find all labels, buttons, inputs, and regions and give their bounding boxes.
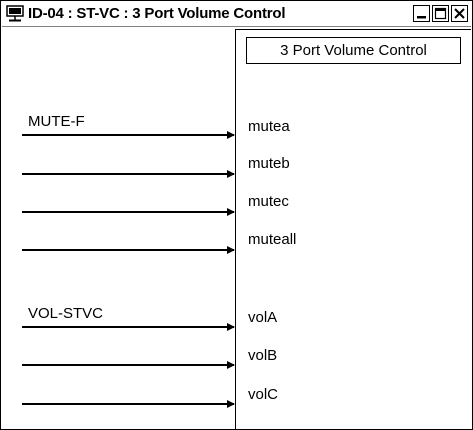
port-mutea[interactable]: mutea bbox=[248, 118, 290, 135]
maximize-button[interactable] bbox=[432, 5, 449, 22]
close-icon bbox=[454, 8, 465, 19]
diagram-canvas: MUTE-F VOL-STVC 3 Port Volume Control mu… bbox=[2, 27, 471, 429]
port-muteb[interactable]: muteb bbox=[248, 155, 290, 172]
signal-label-mute[interactable]: MUTE-F bbox=[28, 113, 85, 130]
window-title: ID-04 : ST-VC : 3 Port Volume Control bbox=[28, 5, 286, 22]
port-muteall[interactable]: muteall bbox=[248, 231, 296, 248]
port-mutec[interactable]: mutec bbox=[248, 193, 289, 210]
volume-control-window: ID-04 : ST-VC : 3 Port Volume Control MU… bbox=[0, 0, 473, 430]
block-title: 3 Port Volume Control bbox=[246, 37, 461, 64]
port-vola[interactable]: volA bbox=[248, 309, 277, 326]
minimize-icon bbox=[417, 16, 426, 19]
close-button[interactable] bbox=[451, 5, 468, 22]
volume-control-block[interactable]: 3 Port Volume Control mutea muteb mutec … bbox=[235, 29, 471, 429]
maximize-icon bbox=[434, 7, 447, 20]
port-volb[interactable]: volB bbox=[248, 347, 277, 364]
signal-label-vol[interactable]: VOL-STVC bbox=[28, 305, 103, 322]
port-volc[interactable]: volC bbox=[248, 386, 278, 403]
minimize-button[interactable] bbox=[413, 5, 430, 22]
title-bar[interactable]: ID-04 : ST-VC : 3 Port Volume Control bbox=[2, 2, 471, 27]
network-window-icon bbox=[6, 5, 24, 22]
